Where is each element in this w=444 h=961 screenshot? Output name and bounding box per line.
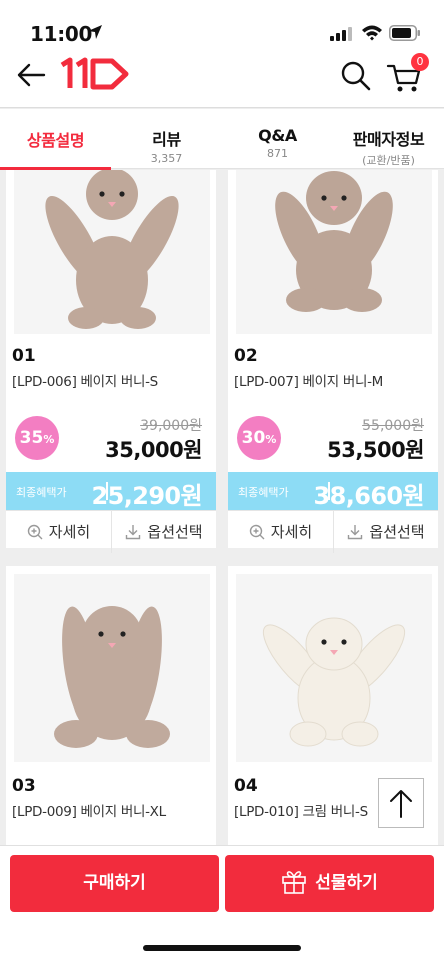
discount-value: 30 [241, 428, 266, 448]
home-indicator [143, 945, 301, 951]
back-arrow-icon[interactable] [16, 62, 46, 88]
tab-description[interactable]: 상품설명 [0, 109, 111, 170]
card-actions: 자세히 옵션선택 [228, 510, 438, 553]
final-benefit-bar: 최종혜택가 25,290원 [6, 472, 216, 510]
11st-logo[interactable] [60, 57, 130, 91]
tab-label: 리뷰 [152, 130, 181, 149]
wifi-icon [362, 25, 382, 41]
option-label: 옵션선택 [369, 523, 425, 541]
product-grid: 01 [LPD-006] 베이지 버니-S 35% 39,000원 35,000… [0, 170, 444, 850]
scroll-to-top-button[interactable] [378, 778, 424, 828]
discount-unit: % [43, 433, 55, 446]
card-actions: 자세히 옵션선택 [6, 510, 216, 553]
arrow-up-icon [390, 790, 412, 818]
product-image [236, 170, 432, 334]
original-price: 39,000원 [140, 418, 202, 434]
discount-badge: 30% [237, 416, 281, 460]
zoom-in-icon [249, 524, 265, 540]
cellular-signal-icon [330, 27, 352, 41]
download-icon [126, 525, 141, 540]
zoom-in-icon [27, 524, 43, 540]
product-image [14, 170, 210, 334]
gift-button[interactable]: 선물하기 [225, 855, 434, 912]
product-number: 03 [12, 776, 36, 796]
product-image [14, 574, 210, 762]
detail-label: 자세히 [270, 523, 313, 541]
tab-label: 상품설명 [26, 131, 85, 150]
tab-label: Q&A [258, 126, 297, 145]
product-card[interactable]: 01 [LPD-006] 베이지 버니-S 35% 39,000원 35,000… [6, 170, 216, 553]
sale-price: 35,000원 [105, 438, 202, 462]
bottom-action-bar: 구매하기 선물하기 [0, 845, 444, 961]
product-card[interactable]: 03 [LPD-009] 베이지 버니-XL [6, 566, 216, 850]
option-select-button[interactable]: 옵션선택 [111, 511, 216, 553]
detail-button[interactable]: 자세히 [228, 511, 333, 553]
review-count: 3,357 [150, 152, 183, 165]
product-card[interactable]: 02 [LPD-007] 베이지 버니-M 30% 55,000원 53,500… [228, 170, 438, 553]
benefit-label: 최종혜택가 [238, 486, 289, 499]
product-number: 01 [12, 346, 36, 366]
sale-price: 53,500원 [327, 438, 424, 462]
buy-button[interactable]: 구매하기 [10, 855, 219, 912]
cart-count-badge: 0 [411, 53, 429, 71]
status-time: 11:00 [30, 22, 93, 46]
gift-icon [282, 871, 307, 894]
location-arrow-icon [88, 25, 102, 39]
tab-label: 판매자정보 [352, 130, 425, 149]
detail-label: 자세히 [48, 523, 91, 541]
product-name: [LPD-007] 베이지 버니-M [234, 374, 384, 390]
discount-value: 35 [19, 428, 44, 448]
qna-count: 871 [267, 147, 288, 160]
download-icon [348, 525, 363, 540]
bunny-illustration [54, 606, 170, 748]
tab-reviews[interactable]: 리뷰 3,357 [111, 109, 222, 169]
discount-unit: % [265, 433, 277, 446]
product-number: 02 [234, 346, 258, 366]
bunny-illustration [262, 617, 406, 747]
status-bar: 11:00 [0, 0, 444, 48]
product-image [236, 574, 432, 762]
bunny-illustration [275, 171, 393, 312]
benefit-label: 최종혜택가 [16, 486, 67, 499]
bunny-illustration [45, 170, 179, 329]
tab-qna[interactable]: Q&A 871 [222, 109, 333, 169]
product-name: [LPD-006] 베이지 버니-S [12, 374, 158, 390]
detail-tabs: 상품설명 리뷰 3,357 Q&A 871 판매자정보 (교환/반품) [0, 109, 444, 170]
option-select-button[interactable]: 옵션선택 [333, 511, 438, 553]
product-number: 04 [234, 776, 258, 796]
option-label: 옵션선택 [147, 523, 203, 541]
product-name: [LPD-010] 크림 버니-S [234, 804, 368, 820]
nav-bar: 0 [0, 48, 444, 108]
discount-badge: 35% [15, 416, 59, 460]
gift-label: 선물하기 [315, 873, 378, 893]
original-price: 55,000원 [362, 418, 424, 434]
app-root: 11:00 0 상품설명 리뷰 3,357 Q&A 871 판매자정보 (교환/… [0, 0, 444, 961]
benefit-price: 25,290원 [91, 482, 203, 510]
battery-icon [389, 25, 420, 41]
product-name: [LPD-009] 베이지 버니-XL [12, 804, 166, 820]
detail-button[interactable]: 자세히 [6, 511, 111, 553]
final-benefit-bar: 최종혜택가 38,660원 [228, 472, 438, 510]
seller-info-sub: (교환/반품) [362, 154, 415, 167]
tab-seller-info[interactable]: 판매자정보 (교환/반품) [333, 109, 444, 169]
search-icon[interactable] [340, 60, 372, 92]
benefit-price: 38,660원 [313, 482, 425, 510]
